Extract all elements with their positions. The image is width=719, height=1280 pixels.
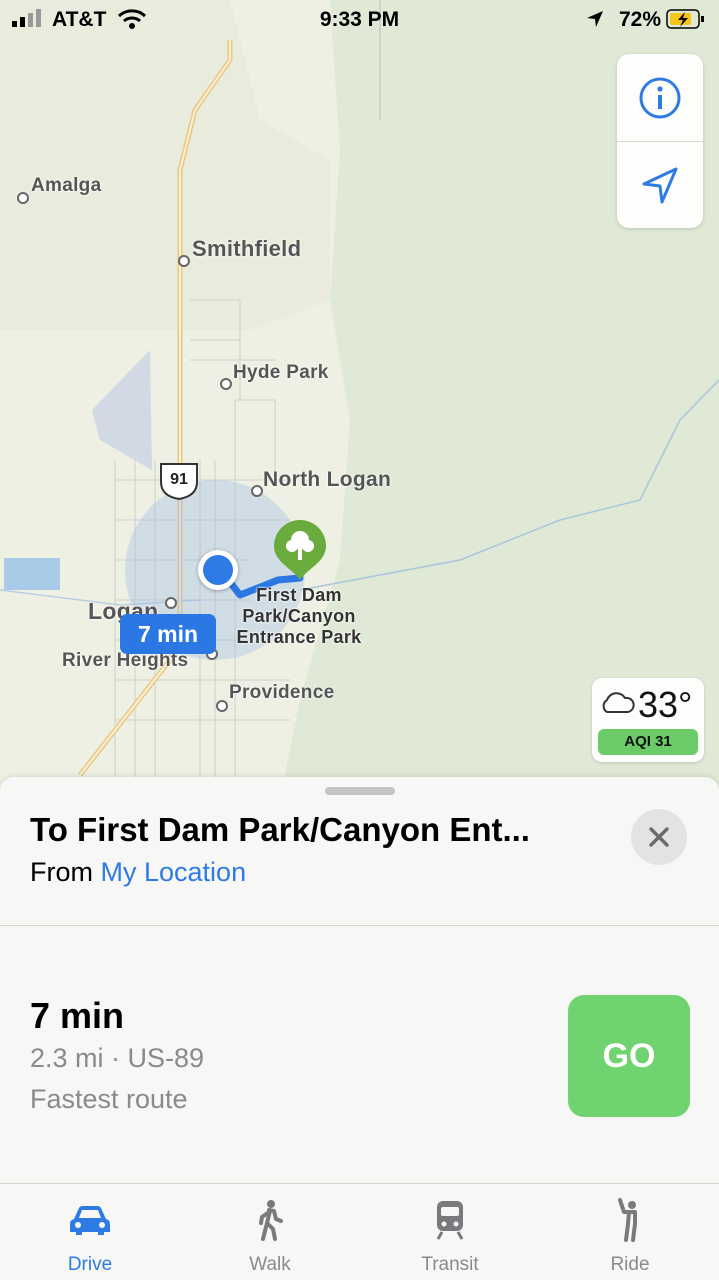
close-icon [649,827,669,847]
tab-transit-label: Transit [421,1254,479,1275]
location-services-icon [587,11,603,27]
cloud-icon [602,692,635,713]
location-arrow-icon [642,167,678,203]
tab-walk[interactable]: Walk [180,1184,360,1280]
weather-temperature: 33° [638,684,693,725]
poi-label[interactable]: First Dam Park/Canyon Entrance Park [224,585,374,648]
map-view[interactable]: 91 Amalga Smithfield Hyde Park North Log… [0,0,719,800]
status-bar: AT&T 9:33 PM 72% [0,0,719,40]
sheet-grabber[interactable] [325,787,395,795]
transport-tab-bar: Drive Walk Transit Ride [0,1183,719,1280]
walk-icon [259,1200,283,1241]
route-time-badge[interactable]: 7 min [120,614,216,654]
city-label-north-logan[interactable]: North Logan [263,468,391,492]
tab-drive[interactable]: Drive [0,1184,180,1280]
info-icon [639,77,681,118]
train-icon [436,1201,464,1240]
battery-charging-icon [666,9,704,29]
poi-pin[interactable] [272,518,328,582]
route-note: Fastest route [30,1084,188,1114]
poi-label-line-2: Park/Canyon [242,606,356,626]
route-distance: 2.3 mi · US-89 [30,1043,205,1073]
tab-ride[interactable]: Ride [540,1184,719,1280]
aqi-badge: AQI 31 [598,729,698,755]
city-label-smithfield[interactable]: Smithfield [192,236,301,262]
battery-percent: 72% [618,8,661,31]
city-label-providence[interactable]: Providence [229,682,334,704]
city-dot-logan [165,597,177,609]
city-dot-providence [216,700,228,712]
city-label-amalga[interactable]: Amalga [31,175,101,197]
status-time: 9:33 PM [319,8,400,31]
tab-ride-label: Ride [610,1254,650,1275]
go-button[interactable]: GO [568,995,690,1117]
sheet-divider [0,925,719,926]
info-button[interactable] [617,54,703,141]
poi-label-line-3: Entrance Park [236,627,362,647]
city-dot-north-logan [251,485,263,497]
city-dot-hyde-park [220,378,232,390]
tab-transit[interactable]: Transit [360,1184,540,1280]
from-line: From My Location [30,857,246,888]
ride-hail-icon [618,1198,637,1242]
destination-title: To First Dam Park/Canyon Ent... [30,811,530,848]
poi-label-line-1: First Dam [256,585,342,605]
city-dot-amalga [17,192,29,204]
park-tree-icon [274,520,326,580]
weather-widget[interactable]: 33° AQI 31 [592,678,704,762]
current-location-marker[interactable] [198,550,238,590]
close-button[interactable] [631,809,687,865]
from-prefix: From [30,857,93,887]
car-icon [70,1206,110,1235]
map-controls [617,54,703,228]
route-time[interactable]: 7 min [30,995,124,1037]
tab-walk-label: Walk [249,1254,291,1275]
from-location-link[interactable]: My Location [101,857,247,887]
location-button[interactable] [617,142,703,229]
city-dot-smithfield [178,255,190,267]
highway-shield: 91 [158,462,200,501]
city-label-hyde-park[interactable]: Hyde Park [233,362,329,384]
tab-drive-label: Drive [67,1254,113,1275]
